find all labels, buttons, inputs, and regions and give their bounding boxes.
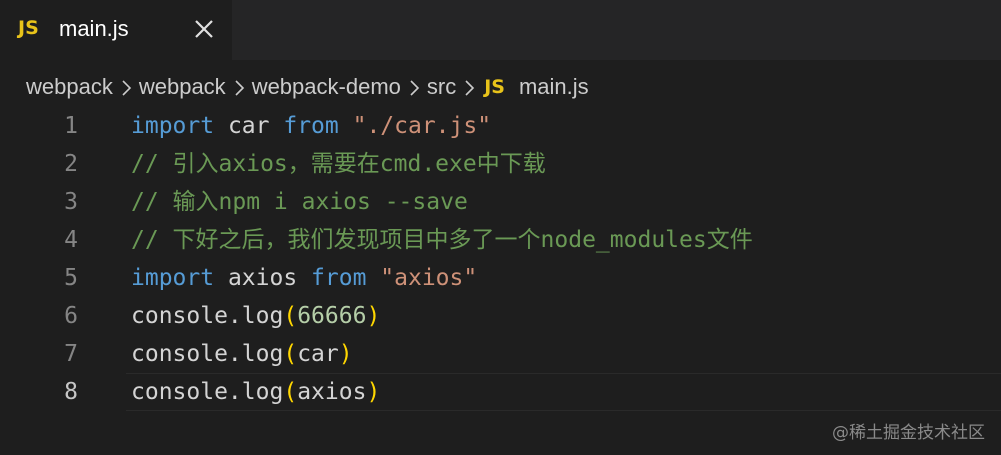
code-line[interactable]: 1 import car from "./car.js" [0,107,1001,145]
code-line[interactable]: 8 console.log(axios) [0,373,1001,411]
breadcrumb-item[interactable]: webpack [139,74,226,100]
code-line[interactable]: 7 console.log(car) [0,335,1001,373]
identifier-token: axios [214,265,312,291]
line-number: 3 [64,189,78,215]
identifier-token: console.log [131,303,284,329]
chevron-right-icon [456,74,482,100]
line-number: 1 [64,113,78,139]
chevron-right-icon [113,74,139,100]
bracket-token: ) [338,341,353,367]
breadcrumb-item[interactable]: webpack-demo [252,74,401,100]
bracket-token: ) [366,379,381,405]
code-line[interactable]: 3 // 输入npm i axios --save [0,183,1001,221]
string-token: "axios" [380,265,478,291]
keyword-token: from [283,113,339,139]
breadcrumb-file[interactable]: main.js [519,74,589,100]
vscode-editor-window: JS main.js webpack webpack webpack-demo … [0,0,1001,455]
breadcrumb-item[interactable]: webpack [26,74,113,100]
identifier-token [339,113,353,139]
line-number: 8 [64,379,78,405]
identifier-token: car [297,341,339,367]
code-line[interactable]: 6 console.log(66666) [0,297,1001,335]
code-content: // 引入axios，需要在cmd.exe中下载 [131,145,546,183]
code-content: import car from "./car.js" [131,107,491,145]
comment-token: // 输入npm i axios --save [131,189,468,215]
tab-bar: JS main.js [0,0,1001,60]
identifier-token: console.log [131,341,284,367]
identifier-token: console.log [131,379,284,405]
chevron-right-icon [401,74,427,100]
line-number: 6 [64,303,78,329]
breadcrumb: webpack webpack webpack-demo src JS main… [26,72,589,102]
identifier-token [366,265,380,291]
code-editor[interactable]: 1 import car from "./car.js" 2 // 引入axios，需… [0,107,1001,455]
keyword-token: import [131,113,215,139]
line-number: 4 [64,227,78,253]
bracket-token: ) [366,303,381,329]
code-content: // 输入npm i axios --save [131,183,468,221]
breadcrumb-item[interactable]: src [427,74,456,100]
bracket-token: ( [283,303,298,329]
line-number: 5 [64,265,78,291]
code-line[interactable]: 5 import axios from "axios" [0,259,1001,297]
code-line[interactable]: 4 // 下好之后，我们发现项目中多了一个node_modules文件 [0,221,1001,259]
chevron-right-icon [226,74,252,100]
code-content: console.log(axios) [131,373,380,411]
keyword-token: from [311,265,367,291]
code-line[interactable]: 2 // 引入axios，需要在cmd.exe中下载 [0,145,1001,183]
bracket-token: ( [283,341,298,367]
code-content: import axios from "axios" [131,259,477,297]
line-number: 2 [64,151,78,177]
bracket-token: ( [283,379,298,405]
javascript-file-icon: JS [18,17,39,39]
comment-token: // 引入axios，需要在cmd.exe中下载 [131,151,546,177]
tab-title: main.js [59,16,129,41]
identifier-token: axios [297,379,367,405]
line-number: 7 [64,341,78,367]
number-token: 66666 [297,303,367,329]
keyword-token: import [131,265,215,291]
code-content: console.log(66666) [131,297,380,335]
code-content: // 下好之后，我们发现项目中多了一个node_modules文件 [131,221,753,259]
javascript-file-icon: JS [484,76,505,98]
tab-main-js[interactable]: JS main.js [0,0,232,60]
watermark: @稀土掘金技术社区 [832,423,985,443]
code-content: console.log(car) [131,335,353,373]
string-token: "./car.js" [352,113,492,139]
identifier-token: car [214,113,284,139]
comment-token: // 下好之后，我们发现项目中多了一个node_modules文件 [131,227,753,253]
close-icon[interactable] [193,18,215,40]
